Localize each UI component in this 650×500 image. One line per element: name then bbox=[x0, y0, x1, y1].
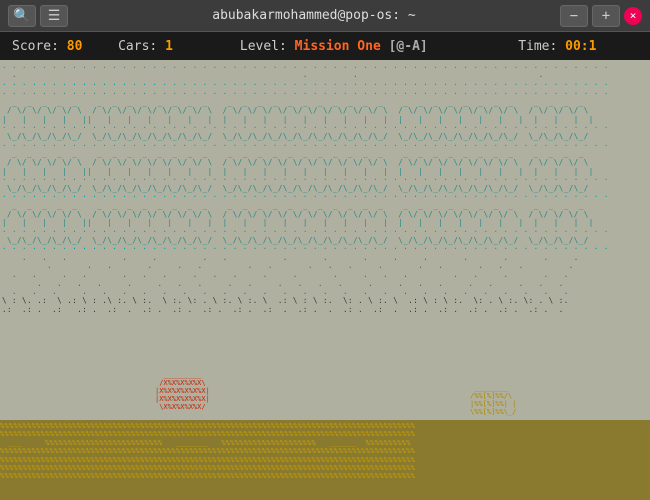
time-label: Time: bbox=[518, 39, 557, 54]
road-background: · · · · · · · · · · · · · · · · · · · · … bbox=[0, 60, 650, 440]
score-label: Score: bbox=[12, 39, 59, 54]
search-button[interactable]: 🔍 bbox=[8, 5, 36, 27]
titlebar-icons-left: 🔍 ☰ bbox=[8, 5, 68, 27]
enemy-car: ________ /%%[%]%%/\ |%%[%]%%| | \%%[%]%%… bbox=[470, 367, 540, 422]
cars-label: Cars: bbox=[118, 39, 157, 54]
level-code: [@-A] bbox=[389, 39, 428, 54]
minimize-button[interactable]: − bbox=[560, 5, 588, 27]
cars-value: 1 bbox=[165, 39, 173, 54]
titlebar: 🔍 ☰ abubakarmohammed@pop-os: ~ − + × bbox=[0, 0, 650, 32]
score-value: 80 bbox=[67, 39, 83, 54]
menu-button[interactable]: ☰ bbox=[40, 5, 68, 27]
status-bar: Score: 80 Cars: 1 Level: Mission One [@-… bbox=[0, 32, 650, 60]
level-value: Mission One bbox=[295, 39, 381, 54]
close-button[interactable]: × bbox=[624, 7, 642, 25]
window-title: abubakarmohammed@pop-os: ~ bbox=[68, 8, 560, 23]
ground-pattern: %%%%%%%%%%%%%%%%%%%%%%%%%%%%%%%%%%%%%%%%… bbox=[0, 420, 650, 483]
game-area[interactable]: · · · · · · · · · · · · · · · · · · · · … bbox=[0, 60, 650, 500]
time-value: 00:1 bbox=[565, 39, 596, 54]
maximize-button[interactable]: + bbox=[592, 5, 620, 27]
ground-area: %%%%%%%%%%%%%%%%%%%%%%%%%%%%%%%%%%%%%%%%… bbox=[0, 420, 650, 500]
level-label: Level: bbox=[240, 39, 287, 54]
window-controls: − + × bbox=[560, 5, 642, 27]
player-car: _________ /X%X%X%X%X\ |X%X%X%X%X%X| |X%X… bbox=[155, 354, 245, 422]
